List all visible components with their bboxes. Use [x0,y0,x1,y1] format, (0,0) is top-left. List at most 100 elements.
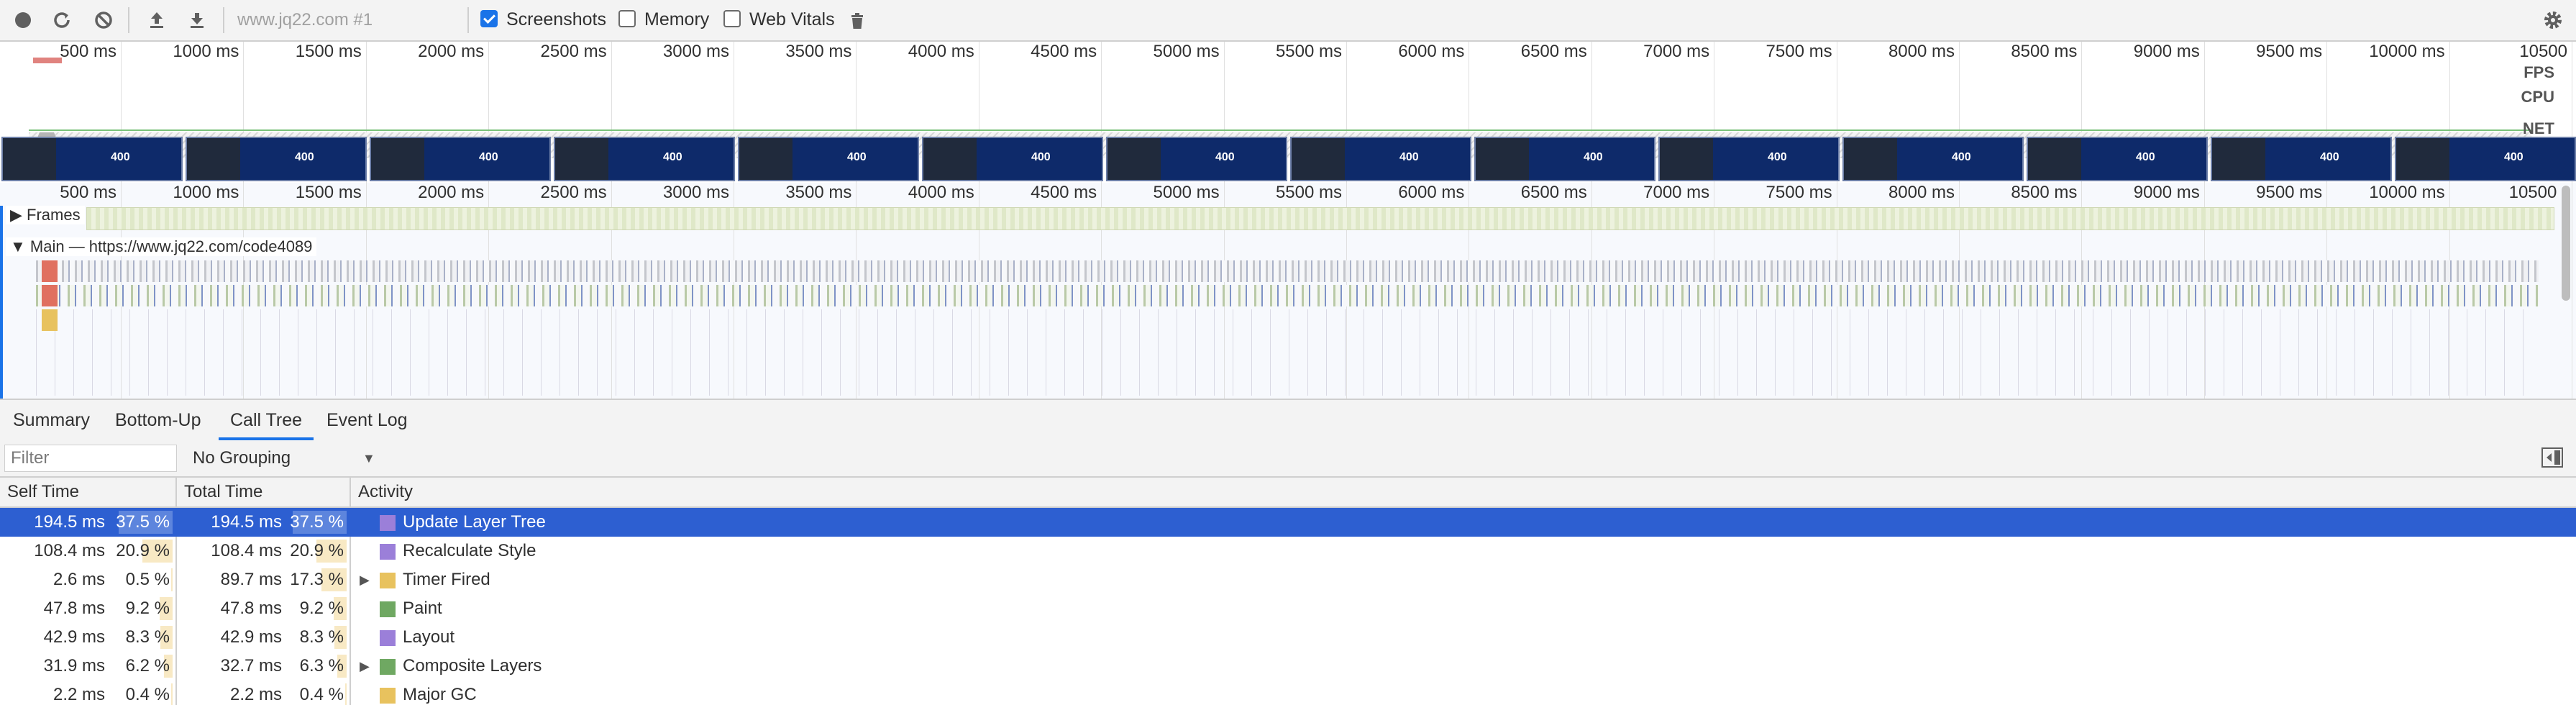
screenshot-thumbnail[interactable]: 400 [922,137,1103,181]
screenshot-thumbnail[interactable]: 400 [1106,137,1287,181]
main-thread-events[interactable] [36,285,2539,306]
category-swatch [380,544,396,560]
total-time-percent: 9.2 % [299,599,344,618]
main-thread-tasks[interactable] [36,260,2539,282]
tab-call-tree[interactable]: Call Tree [219,400,314,440]
tick-label: 4000 ms [908,42,974,61]
tick-label: 1000 ms [173,183,239,202]
screenshot-sidebar [3,138,56,180]
tick-label: 6500 ms [1520,183,1587,202]
screenshot-sidebar [2212,138,2265,180]
reload-record-button[interactable] [47,6,76,35]
cpu-lane-label: CPU [2521,88,2554,106]
total-time-percent: 20.9 % [290,541,344,560]
main-track-label[interactable]: ▼ Main — https://www.jq22.com/code4089 [6,237,317,256]
screenshot-text: 400 [2136,151,2155,163]
table-row[interactable]: 42.9 ms 8.3 % 42.9 ms 8.3 % Layout [0,623,2576,652]
memory-checkbox[interactable] [618,10,636,27]
long-task-marker[interactable] [42,285,58,306]
clear-button[interactable] [89,6,118,35]
expand-triangle-icon[interactable]: ▶ [360,652,370,681]
category-swatch [380,688,396,704]
flame-ruler: 500 ms 1000 ms 1500 ms 2000 ms 2500 ms 3000 m… [0,183,2576,399]
self-time-percent: 0.5 % [125,570,170,589]
save-profile-button[interactable] [183,6,211,35]
screenshot-thumbnail[interactable]: 400 [2395,137,2576,181]
sidebar-icon [2554,450,2560,465]
activity-header[interactable]: Activity [351,478,782,506]
tick-label: 1500 ms [295,183,362,202]
table-row[interactable]: 2.2 ms 0.4 % 2.2 ms 0.4 % Major GC [0,681,2576,705]
tab-bottom-up[interactable]: Bottom-Up [104,400,212,440]
frames-track-label[interactable]: ▶ Frames [6,206,85,224]
screenshot-thumbnail[interactable]: 400 [554,137,735,181]
activity-name: Timer Fired [403,570,490,589]
script-block[interactable] [42,309,58,331]
screenshots-checkbox[interactable] [480,10,498,27]
target-select[interactable]: www.jq22.com #1 ▼ [237,6,503,35]
grouping-select[interactable]: No Grouping ▼ [193,445,375,472]
screenshot-text: 400 [1215,151,1235,163]
collapse-triangle-icon: ▼ [10,237,30,255]
track-focus-marker [0,206,3,399]
overview-ruler: 500 ms 1000 ms 1500 ms 2000 ms 2500 ms 3000 m… [0,42,2576,183]
screenshot-thumbnail[interactable]: 400 [1658,137,1840,181]
screenshot-text: 400 [1399,151,1419,163]
expand-triangle-icon[interactable]: ▶ [360,565,370,594]
table-row[interactable]: 31.9 ms 6.2 % 32.7 ms 6.3 % ▶ Composite Layer… [0,652,2576,681]
activity-name: Paint [403,599,442,618]
category-swatch [380,515,396,531]
record-button[interactable] [9,6,37,35]
tick-label: 3500 ms [785,183,852,202]
screenshot-thumbnail[interactable]: 400 [2027,137,2208,181]
screenshot-sidebar [371,138,424,180]
screenshot-thumbnail[interactable]: 400 [370,137,551,181]
fps-lane-label: FPS [2524,63,2554,81]
filter-input[interactable] [4,445,177,472]
tick-label: 5500 ms [1275,183,1342,202]
capture-settings-button[interactable] [2539,6,2567,35]
memory-label: Memory [644,9,710,29]
reload-icon [54,12,70,28]
total-time-ms: 89.7 ms [220,570,282,589]
main-label-text: Main — https://www.jq22.com/code4089 [29,237,313,255]
screenshot-sidebar [1844,138,1897,180]
collect-garbage-button[interactable] [843,6,872,35]
load-profile-button[interactable] [142,6,171,35]
screenshot-thumbnail[interactable]: 400 [1474,137,1655,181]
grouping-value: No Grouping [193,448,291,468]
table-row[interactable]: 47.8 ms 9.2 % 47.8 ms 9.2 % Paint [0,594,2576,623]
tick-label: 2000 ms [418,183,485,202]
screenshot-thumbnail[interactable]: 400 [738,137,919,181]
web-vitals-label: Web Vitals [749,9,835,29]
total-time-ms: 32.7 ms [220,656,282,676]
self-time-ms: 42.9 ms [43,627,105,647]
tab-summary[interactable]: Summary [1,400,101,440]
web-vitals-checkbox[interactable] [723,10,741,27]
self-time-percent: 20.9 % [116,541,170,560]
record-icon [15,12,31,28]
upload-icon [150,12,163,28]
screenshot-thumbnail[interactable]: 400 [2211,137,2392,181]
tick-label: 10500 r [2508,183,2567,202]
self-time-ms: 194.5 ms [34,512,105,532]
self-time-percent: 8.3 % [125,627,170,647]
frames-track[interactable] [86,207,2554,230]
self-time-ms: 108.4 ms [34,541,105,560]
self-time-header[interactable]: Self Time [0,478,175,506]
screenshot-thumbnail[interactable]: 400 [186,137,367,181]
table-row[interactable]: 108.4 ms 20.9 % 108.4 ms 20.9 % Recalculate … [0,537,2576,565]
flame-scrollbar[interactable] [2562,186,2570,301]
table-row[interactable]: 2.6 ms 0.5 % 89.7 ms 17.3 % ▶ Timer Fired [0,565,2576,594]
screenshot-thumbnail[interactable]: 400 [1,137,183,181]
toggle-sidebar-button[interactable] [2541,447,2563,468]
long-task-marker[interactable] [42,260,58,282]
screenshot-thumbnail[interactable]: 400 [1290,137,1471,181]
screenshot-thumbnail[interactable]: 400 [1842,137,2024,181]
tab-event-log[interactable]: Event Log [315,400,419,440]
total-time-percent: 0.4 % [299,685,344,704]
details-tabs: Summary Bottom-Up Call Tree Event Log [0,399,2576,442]
tick-label: 3500 ms [785,42,852,61]
total-time-header[interactable]: Total Time [177,478,350,506]
table-row[interactable]: 194.5 ms 37.5 % 194.5 ms 37.5 % Update Layer… [0,508,2576,537]
